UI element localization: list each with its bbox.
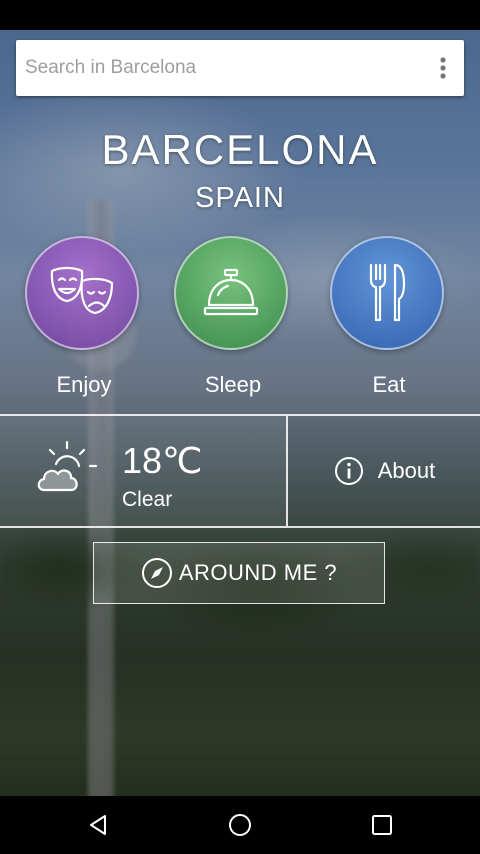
category-sleep[interactable]: Sleep <box>174 236 292 406</box>
about-button[interactable]: About <box>289 416 480 526</box>
eat-button[interactable] <box>330 236 444 350</box>
sleep-button[interactable] <box>174 236 288 350</box>
home-button[interactable] <box>200 796 280 854</box>
search-bar <box>16 40 464 96</box>
back-icon <box>90 815 106 835</box>
back-button[interactable] <box>58 796 138 854</box>
navigation-bar <box>0 796 480 854</box>
category-enjoy[interactable]: Enjoy <box>25 236 143 406</box>
city-title: BARCELONA <box>101 126 379 173</box>
home-icon <box>229 814 251 836</box>
recents-button[interactable] <box>342 796 422 854</box>
category-eat[interactable]: Eat <box>330 236 448 406</box>
about-label: About <box>377 458 436 483</box>
more-vert-icon <box>440 57 446 79</box>
country-title: SPAIN <box>195 182 285 214</box>
partly-cloudy-icon <box>37 440 98 492</box>
hotel-bell-icon <box>203 268 259 316</box>
eat-label: Eat <box>372 372 406 397</box>
recents-icon <box>372 815 392 835</box>
compass-icon <box>141 558 172 588</box>
around-me-label: AROUND ME ? <box>178 560 338 585</box>
divider-vertical <box>286 416 288 526</box>
weather-condition: Clear <box>122 488 173 511</box>
around-me-button[interactable]: AROUND ME ? <box>93 542 385 604</box>
divider-bottom <box>0 526 480 528</box>
enjoy-label: Enjoy <box>56 372 112 397</box>
fork-knife-icon <box>369 263 406 322</box>
status-bar <box>0 0 480 30</box>
overflow-menu-button[interactable] <box>422 40 464 96</box>
info-icon <box>334 457 363 485</box>
search-input[interactable] <box>16 40 406 96</box>
enjoy-button[interactable] <box>25 236 139 350</box>
theater-masks-icon <box>50 266 114 315</box>
temperature: 18℃ <box>122 440 203 481</box>
sleep-label: Sleep <box>204 372 262 397</box>
